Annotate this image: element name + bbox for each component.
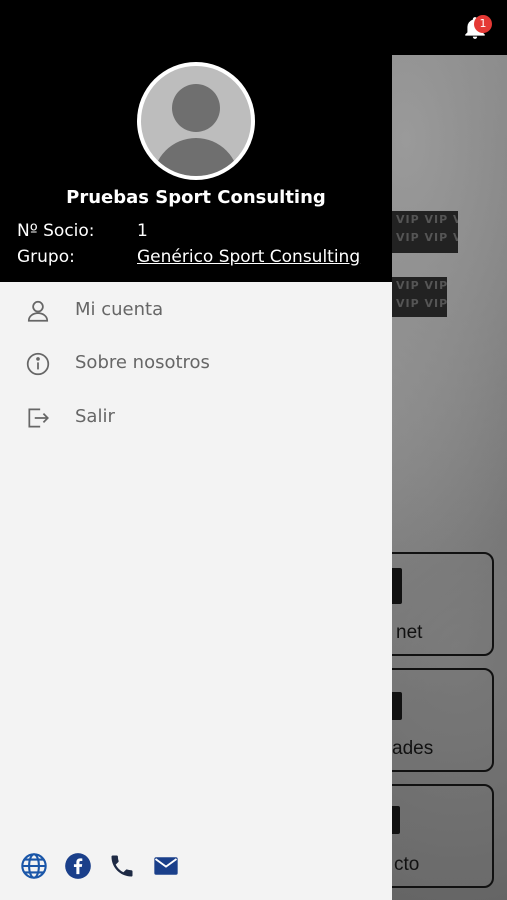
menu-item-salir[interactable]: Salir — [0, 392, 392, 442]
mail-icon[interactable] — [152, 852, 180, 880]
default-user-avatar-icon — [141, 66, 251, 176]
vip-banner: VIP VIP VIP VIP VIP VIP VIP VIP VIP VIP … — [392, 211, 458, 253]
avatar[interactable] — [137, 62, 255, 180]
drawer-header: Pruebas Sport Consulting Nº Socio: 1 Gru… — [0, 0, 392, 282]
group-label: Grupo: — [17, 247, 75, 267]
user-name: Pruebas Sport Consulting — [66, 187, 326, 208]
menu-item-mi-cuenta[interactable]: Mi cuenta — [0, 285, 392, 335]
menu-item-label: Sobre nosotros — [75, 352, 210, 373]
menu-item-label: Salir — [75, 406, 115, 427]
group-link[interactable]: Genérico Sport Consulting — [137, 247, 360, 267]
footer-social-links — [0, 852, 392, 884]
card-label: ades — [392, 738, 434, 759]
globe-icon[interactable] — [20, 852, 48, 880]
vip-banner: VIP VIP VIP VIP VIP VIP VIP VIP VIP VIP … — [392, 277, 447, 317]
notification-badge: 1 — [474, 15, 492, 33]
user-icon — [27, 300, 49, 322]
menu-item-sobre-nosotros[interactable]: Sobre nosotros — [0, 338, 392, 388]
phone-icon[interactable] — [108, 852, 136, 880]
facebook-icon[interactable] — [64, 852, 92, 880]
member-number-label: Nº Socio: — [17, 221, 95, 241]
navigation-drawer: Pruebas Sport Consulting Nº Socio: 1 Gru… — [0, 0, 392, 900]
member-number-value: 1 — [137, 221, 148, 241]
logout-icon — [28, 408, 49, 428]
card-label: net — [396, 622, 423, 643]
info-icon — [26, 352, 50, 376]
menu-item-label: Mi cuenta — [75, 299, 164, 320]
card-label: cto — [394, 854, 420, 875]
